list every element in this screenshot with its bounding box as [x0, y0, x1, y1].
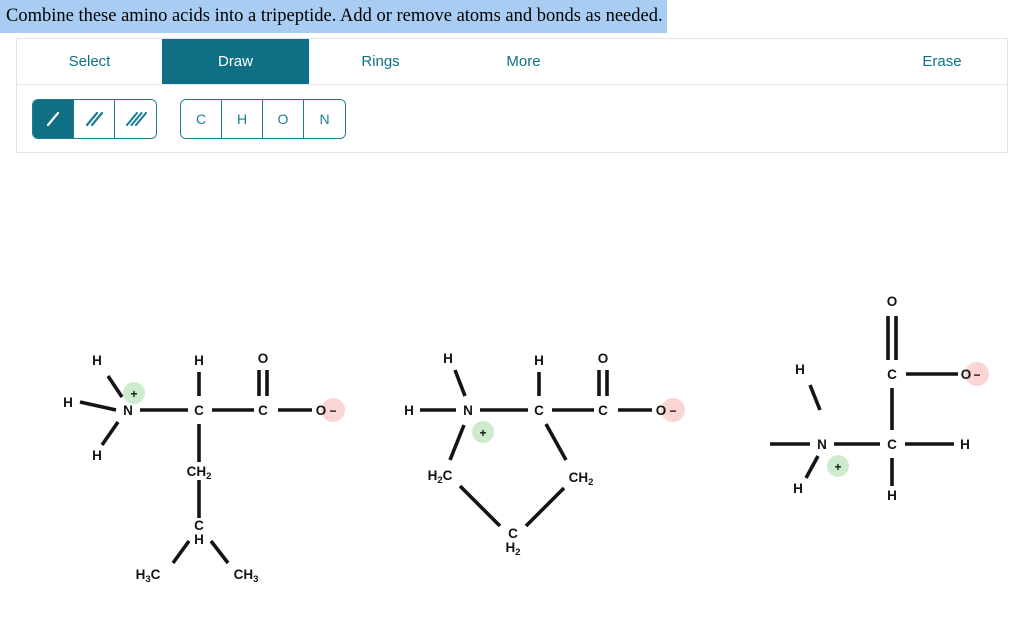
atom-label-h[interactable]: H	[63, 395, 73, 410]
atom-label-ch2[interactable]: CH2	[187, 464, 212, 482]
atom-label-c[interactable]: C	[598, 403, 608, 418]
atom-label-o[interactable]: O	[316, 403, 327, 418]
charge-positive-glyph: +	[479, 426, 486, 440]
single-bond-tool[interactable]	[33, 99, 74, 138]
atom-label-h[interactable]: H	[194, 532, 204, 547]
atom-label-ch2[interactable]: CH2	[569, 470, 594, 488]
atom-label-c[interactable]: C	[258, 403, 268, 418]
atom-label-h2[interactable]: H2	[505, 540, 520, 558]
element-tool-n-label: N	[319, 110, 330, 127]
molecule-editor-toolbar: Select Draw Rings More Erase C H O N	[16, 38, 1008, 153]
tab-select[interactable]: Select	[17, 39, 162, 84]
molecule-canvas[interactable]: + − H H H N H C O C O CH2 C H H3C CH3 + …	[0, 150, 1024, 621]
atom-label-h[interactable]: H	[960, 437, 970, 452]
prompt-bar: Combine these amino acids into a tripept…	[0, 0, 1024, 33]
molecule-leucine[interactable]: + − H H H N H C O C O CH2 C H H3C CH3	[40, 340, 370, 610]
charge-positive-glyph: +	[834, 460, 841, 474]
atom-label-h2c[interactable]: H2C	[428, 468, 453, 486]
tab-draw[interactable]: Draw	[162, 39, 309, 84]
editor-tool-row: C H O N	[17, 85, 1007, 152]
atom-label-o[interactable]: O	[961, 367, 972, 382]
bond-ch-ch3-left[interactable]	[171, 539, 191, 565]
element-tool-o[interactable]: O	[263, 99, 304, 138]
editor-tab-row: Select Draw Rings More Erase	[17, 39, 1007, 85]
atom-label-c[interactable]: C	[194, 518, 204, 533]
bond-h-n-upper[interactable]	[106, 375, 124, 398]
bond-h-n-lower[interactable]	[804, 455, 820, 479]
charge-negative-glyph: −	[669, 404, 676, 418]
element-tool-h[interactable]: H	[222, 99, 263, 138]
molecule-proline[interactable]: + − H H N H C O C O H2C CH2 C H2	[398, 340, 728, 580]
atom-label-c[interactable]: C	[887, 367, 897, 382]
double-bond-icon	[83, 108, 105, 130]
bond-ring-ch2-ch2-right[interactable]	[524, 486, 566, 528]
atom-label-h[interactable]: H	[404, 403, 414, 418]
charge-negative-glyph: −	[973, 368, 980, 382]
bond-c-alpha-ring-ch2[interactable]	[544, 423, 568, 461]
atom-label-o[interactable]: O	[258, 351, 269, 366]
atom-label-n[interactable]: N	[123, 403, 133, 418]
tab-more-label: More	[506, 53, 541, 70]
charge-positive-glyph: +	[130, 387, 137, 401]
atom-label-h[interactable]: H	[92, 353, 102, 368]
bond-h-n-lower[interactable]	[100, 420, 120, 447]
atom-label-h[interactable]: H	[443, 351, 453, 366]
atom-label-c[interactable]: C	[887, 437, 897, 452]
atom-label-h[interactable]: H	[534, 353, 544, 368]
bond-ring-ch2-ch2[interactable]	[458, 484, 502, 528]
bond-ch-ch3-right[interactable]	[209, 539, 230, 565]
element-tool-group: C H O N	[180, 98, 346, 139]
atom-label-o[interactable]: O	[656, 403, 667, 418]
tab-select-label: Select	[68, 53, 111, 70]
atom-label-h[interactable]: H	[194, 353, 204, 368]
atom-label-h3c[interactable]: H3C	[136, 567, 161, 585]
bond-h-n-left[interactable]	[79, 400, 117, 412]
atom-label-ch3[interactable]: CH3	[234, 567, 259, 585]
element-tool-n[interactable]: N	[304, 99, 345, 138]
charge-negative-glyph: −	[329, 404, 336, 418]
element-tool-h-label: H	[236, 110, 248, 127]
atom-label-h[interactable]: H	[795, 362, 805, 377]
tab-rings-label: Rings	[361, 53, 400, 70]
element-tool-c-label: C	[195, 110, 207, 127]
atom-label-o[interactable]: O	[598, 351, 609, 366]
tab-draw-label: Draw	[217, 53, 253, 70]
atom-label-c[interactable]: C	[194, 403, 204, 418]
tab-erase-label: Erase	[922, 53, 962, 70]
molecule-glycine[interactable]: + − O C O H N C H H H	[762, 278, 1022, 508]
atom-label-o[interactable]: O	[887, 294, 898, 309]
tab-erase[interactable]: Erase	[877, 39, 1007, 84]
single-bond-icon	[42, 108, 64, 130]
atom-label-n[interactable]: N	[463, 403, 473, 418]
atom-label-c[interactable]: C	[508, 526, 518, 541]
atom-label-c[interactable]: C	[534, 403, 544, 418]
double-bond-tool[interactable]	[74, 99, 115, 138]
bond-n-ring-ch2[interactable]	[448, 424, 466, 461]
bond-tool-group	[32, 98, 157, 139]
triple-bond-icon	[125, 108, 147, 130]
atom-label-h[interactable]: H	[887, 488, 897, 503]
atom-label-h[interactable]: H	[92, 448, 102, 463]
element-tool-o-label: O	[277, 110, 289, 127]
tab-rings[interactable]: Rings	[309, 39, 452, 84]
atom-label-h[interactable]: H	[793, 481, 803, 496]
bond-h-n-upper[interactable]	[808, 384, 822, 411]
element-tool-c[interactable]: C	[181, 99, 222, 138]
prompt-text: Combine these amino acids into a tripept…	[0, 0, 667, 33]
atom-label-n[interactable]: N	[817, 437, 827, 452]
bond-h-n-upper[interactable]	[453, 369, 467, 397]
triple-bond-tool[interactable]	[115, 99, 156, 138]
tab-more[interactable]: More	[452, 39, 595, 84]
